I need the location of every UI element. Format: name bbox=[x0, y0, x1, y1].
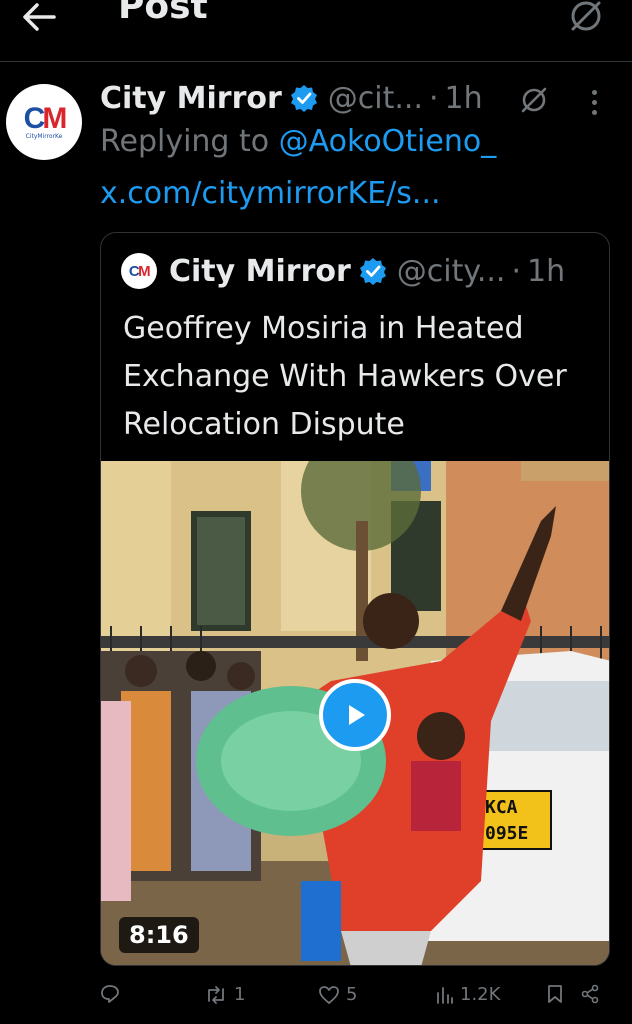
top-bar: Post bbox=[0, 0, 632, 62]
author-handle[interactable]: @cit... bbox=[328, 81, 423, 116]
post-link[interactable]: x.com/citymirrorKE/s... bbox=[100, 176, 441, 211]
quoted-header: CM City Mirror @city... · 1h bbox=[121, 251, 565, 291]
tweet-header: City Mirror @cit... · 1h bbox=[100, 78, 483, 118]
action-bar: 1 5 1.2K bbox=[0, 978, 632, 1018]
plate-line-2: 095E bbox=[485, 823, 528, 844]
verified-badge-icon bbox=[290, 85, 317, 112]
arrow-left-icon bbox=[23, 3, 56, 31]
quoted-author-handle: @city... bbox=[396, 253, 506, 289]
plate-line-1: KCA bbox=[485, 797, 518, 818]
avatar-tagline: CityMirrorKe bbox=[25, 132, 63, 140]
share-button[interactable] bbox=[580, 984, 600, 1004]
reply-button[interactable] bbox=[100, 984, 126, 1004]
analytics-icon bbox=[437, 986, 453, 1004]
video-duration: 8:16 bbox=[119, 917, 199, 953]
quoted-author-name: City Mirror bbox=[169, 253, 351, 289]
page-title: Post bbox=[118, 0, 208, 27]
heart-icon bbox=[319, 985, 339, 1004]
more-dot bbox=[591, 109, 597, 115]
quoted-author-avatar: CM bbox=[121, 253, 157, 289]
replying-prefix: Replying to bbox=[100, 124, 279, 159]
grok-button[interactable] bbox=[560, 0, 612, 42]
separator: · bbox=[511, 253, 522, 289]
author-name[interactable]: City Mirror bbox=[100, 81, 282, 116]
quoted-post-text: Geoffrey Mosiria in Heated Exchange With… bbox=[123, 311, 567, 442]
quoted-post-time: 1h bbox=[527, 253, 566, 289]
like-count: 5 bbox=[346, 984, 358, 1005]
separator: · bbox=[428, 80, 439, 116]
replying-to-mention[interactable]: @AokoOtieno_ bbox=[279, 124, 497, 159]
more-dot bbox=[591, 99, 597, 105]
post-time[interactable]: 1h bbox=[445, 81, 483, 116]
repost-icon bbox=[208, 985, 224, 1004]
repost-count: 1 bbox=[234, 984, 246, 1005]
back-button[interactable] bbox=[14, 0, 64, 42]
bookmark-icon bbox=[548, 985, 562, 1003]
verified-badge-icon bbox=[359, 258, 386, 285]
more-options-button[interactable] bbox=[578, 84, 610, 120]
play-button[interactable] bbox=[319, 679, 391, 751]
quoted-post-card[interactable]: CM City Mirror @city... · 1h Geoffrey Mo… bbox=[100, 232, 610, 966]
video-player[interactable]: KCA 095E 8:16 bbox=[101, 461, 609, 965]
share-icon bbox=[581, 984, 599, 1004]
views-button[interactable]: 1.2K bbox=[436, 984, 500, 1005]
like-button[interactable]: 5 bbox=[318, 984, 357, 1005]
replying-to-line: Replying to @AokoOtieno_ bbox=[100, 124, 496, 159]
play-icon bbox=[349, 705, 365, 725]
grok-icon bbox=[571, 1, 601, 31]
repost-button[interactable]: 1 bbox=[204, 984, 245, 1005]
reply-icon bbox=[101, 985, 119, 1003]
more-dot bbox=[591, 89, 597, 95]
view-count: 1.2K bbox=[460, 984, 501, 1005]
grok-explain-icon[interactable] bbox=[518, 84, 550, 116]
bookmark-button[interactable] bbox=[546, 984, 564, 1004]
author-avatar[interactable]: CM CityMirrorKe bbox=[6, 84, 82, 160]
